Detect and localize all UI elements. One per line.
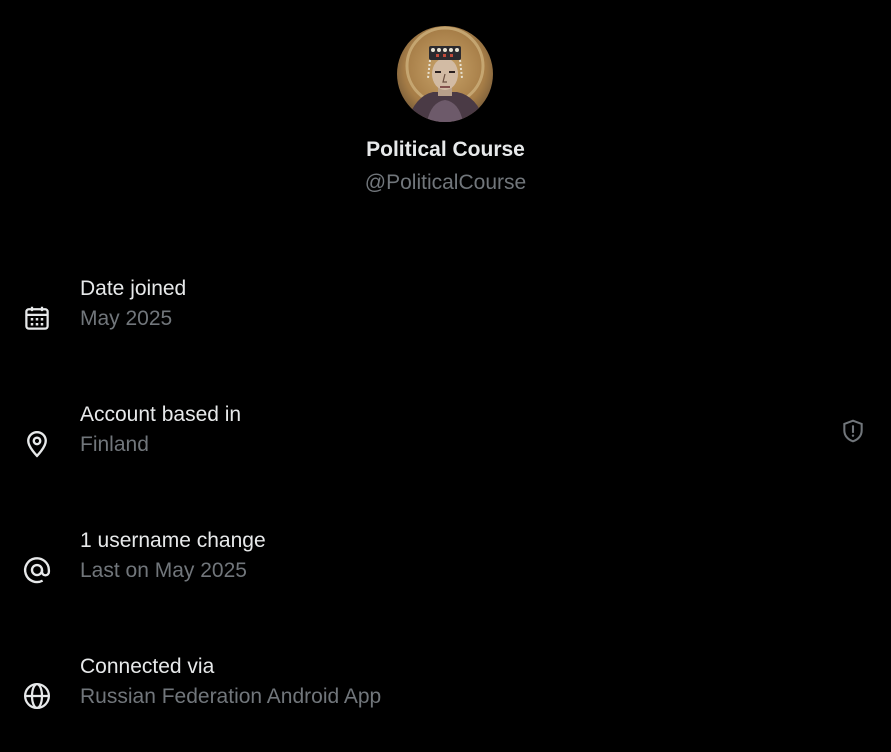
date-joined-row: Date joined May 2025 [0,276,891,352]
account-based-in-value: Finland [80,433,149,456]
username-handle: @PoliticalCourse [364,171,527,194]
account-based-in-text: Account based in Finland [80,402,241,458]
account-based-in-row: Account based in Finland [0,402,891,478]
date-joined-text: Date joined May 2025 [80,276,186,332]
account-based-in-label: Account based in [80,403,242,426]
date-joined-label: Date joined [80,277,187,300]
connected-via-value: Russian Federation Android App [80,685,382,708]
username-change-text: 1 username change Last on May 2025 [80,528,266,584]
connected-via-row: Connected via Russian Federation Android… [0,654,891,730]
shield-alert-icon[interactable] [839,417,867,445]
globe-icon [22,681,52,711]
connected-via-label: Connected via [80,655,215,678]
profile-header: Political Course @PoliticalCourse [0,26,891,195]
calendar-icon [22,303,52,333]
username-change-label: 1 username change [80,529,266,552]
location-pin-icon [22,429,52,459]
display-name: Political Course [366,138,525,161]
avatar[interactable] [396,26,493,122]
about-account-page: Political Course @PoliticalCourse Date j… [0,0,891,752]
connected-via-text: Connected via Russian Federation Android… [80,654,381,710]
username-change-row: 1 username change Last on May 2025 [0,528,891,604]
username-change-value: Last on May 2025 [80,559,247,582]
date-joined-value: May 2025 [80,307,173,330]
at-sign-icon [22,555,52,585]
